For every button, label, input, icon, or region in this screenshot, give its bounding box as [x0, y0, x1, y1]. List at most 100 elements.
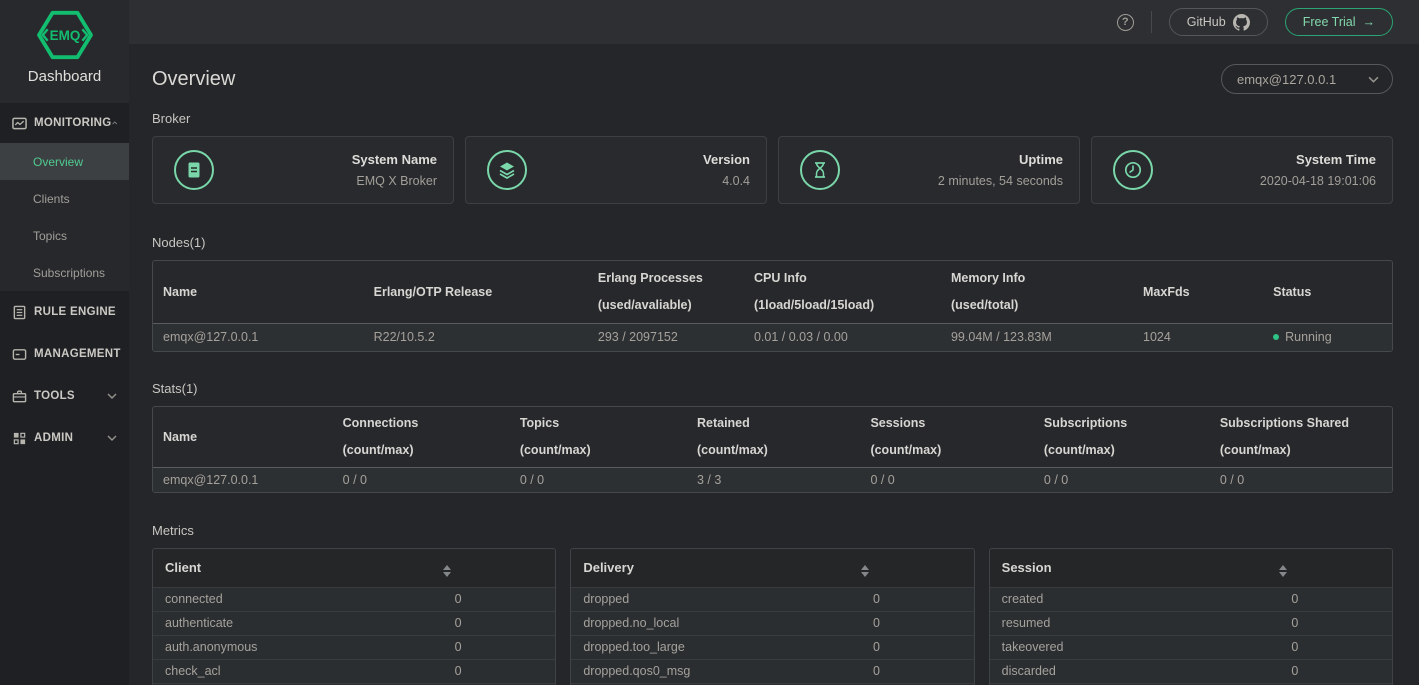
metrics-table-title: Delivery — [583, 560, 634, 576]
metric-value: 0 — [1279, 610, 1392, 635]
cell: 0.01 / 0.03 / 0.00 — [743, 322, 941, 351]
broker-card-system-time: System Time 2020-04-18 19:01:06 — [1091, 136, 1393, 204]
stats-header-row: Name Connections (count/max) Topics (count… — [153, 407, 1392, 467]
metrics-tables: Client connected 0 authenticate 0 auth.ano… — [152, 548, 1393, 685]
document-icon — [13, 305, 26, 319]
metric-name: discarded — [989, 658, 1280, 683]
table-row: created 0 — [989, 586, 1392, 611]
sort-icon[interactable] — [442, 565, 451, 578]
sort-icon[interactable] — [861, 565, 869, 578]
table-row: emqx@127.0.0.1 0 / 0 0 / 0 3 / 3 0 / 0 0… — [153, 466, 1392, 492]
sidebar-item-admin[interactable]: ADMIN — [0, 417, 129, 459]
column-header: Subscriptions (count/max) — [1043, 416, 1128, 458]
layers-icon — [487, 150, 527, 190]
metric-name: dropped — [571, 586, 861, 611]
node-selector[interactable]: emqx@127.0.0.1 — [1221, 64, 1393, 94]
metric-value: 0 — [861, 634, 974, 659]
sidebar-menu: MONITORING Overview Clients Topics Subsc… — [0, 103, 129, 685]
topbar: ? GitHub Free Trial → — [129, 0, 1419, 44]
topbar-divider — [1150, 11, 1152, 33]
chevron-down-icon — [1368, 76, 1379, 83]
sidebar-item-monitoring[interactable]: MONITORING — [0, 103, 129, 143]
sidebar-item-overview[interactable]: Overview — [0, 143, 129, 180]
sidebar-item-clients[interactable]: Clients — [0, 180, 129, 217]
column-header: Topics (count/max) — [519, 416, 591, 458]
sort-icon[interactable] — [1279, 565, 1288, 578]
briefcase-icon — [12, 390, 27, 402]
metric-value: 0 — [442, 586, 556, 611]
broker-card-uptime: Uptime 2 minutes, 54 seconds — [778, 136, 1080, 204]
cell: 0 / 0 — [1033, 466, 1210, 492]
nodes-table: Name Erlang/OTP Release Erlang Processes… — [152, 260, 1393, 352]
stats-table: Name Connections (count/max) Topics (count… — [152, 406, 1393, 493]
sidebar-item-label: RULE ENGINE — [34, 306, 116, 318]
column-header: Subscriptions Shared (count/max) — [1219, 416, 1350, 458]
metric-name: dropped.too_large — [571, 634, 861, 659]
clock-icon — [1113, 150, 1153, 190]
help-icon[interactable]: ? — [1116, 13, 1134, 31]
metric-name: connected — [153, 586, 443, 611]
app-title: Dashboard — [27, 68, 102, 85]
arrow-right-icon: → — [1362, 15, 1376, 29]
cell: R22/10.5.2 — [363, 322, 588, 351]
broker-cards: System Name EMQ X Broker Version 4.0.4 U… — [152, 136, 1393, 204]
cell: 0 / 0 — [332, 466, 510, 492]
stats-section-label: Stats(1) — [152, 381, 198, 396]
cell: 99.04M / 123.83M — [940, 322, 1134, 351]
card-value: EMQ X Broker — [356, 174, 437, 188]
sidebar-item-tools[interactable]: TOOLS — [0, 375, 129, 417]
sort-header[interactable] — [1279, 549, 1392, 587]
column-header: Erlang/OTP Release — [373, 284, 493, 299]
chevron-down-icon — [107, 435, 117, 441]
table-row: check_acl 0 — [153, 658, 556, 683]
table-row: authenticate 0 — [153, 610, 556, 635]
chevron-up-icon — [111, 121, 117, 125]
sidebar-item-rule-engine[interactable]: RULE ENGINE — [0, 291, 129, 333]
metrics-table-client: Client connected 0 authenticate 0 auth.ano… — [152, 548, 557, 685]
metrics-table-session: Session created 0 resumed 0 takeovered 0 di… — [988, 548, 1393, 685]
metric-name: dropped.qos0_msg — [571, 658, 861, 683]
metric-name: takeovered — [989, 634, 1280, 659]
cell: 0 / 0 — [509, 466, 687, 492]
table-row: resumed 0 — [989, 610, 1392, 635]
status-badge: Running — [1263, 322, 1392, 351]
column-header: Sessions (count/max) — [870, 416, 942, 458]
monitor-icon — [12, 117, 27, 129]
metric-value: 0 — [861, 658, 974, 683]
chevron-down-icon — [107, 393, 117, 399]
free-trial-button[interactable]: Free Trial → — [1284, 8, 1393, 36]
cell: 0 / 0 — [1209, 466, 1392, 492]
sidebar-item-label: MANAGEMENT — [34, 348, 121, 360]
github-button[interactable]: GitHub — [1168, 8, 1268, 36]
table-row: discarded 0 — [989, 658, 1392, 683]
column-header: Status — [1273, 284, 1312, 299]
sort-header[interactable] — [442, 549, 556, 587]
sidebar-item-management[interactable]: MANAGEMENT — [0, 333, 129, 375]
metric-name: authenticate — [153, 610, 443, 635]
broker-card-version: Version 4.0.4 — [465, 136, 767, 204]
hourglass-icon — [800, 150, 840, 190]
status-dot-icon — [1273, 334, 1280, 341]
card-label: System Time — [1296, 152, 1376, 167]
nodes-section-label: Nodes(1) — [152, 235, 206, 250]
metric-value: 0 — [1279, 658, 1392, 683]
file-icon — [174, 150, 214, 190]
node-name-cell: emqx@127.0.0.1 — [153, 466, 333, 492]
sidebar-item-topics[interactable]: Topics — [0, 217, 129, 254]
app-root: EMQ Dashboard MONITORING Overview Client… — [0, 0, 1419, 685]
sort-header[interactable] — [861, 549, 974, 587]
metric-value: 0 — [442, 634, 556, 659]
table-row: takeovered 0 — [989, 634, 1392, 659]
sidebar-item-label: TOOLS — [34, 390, 75, 402]
metric-value: 0 — [1279, 586, 1392, 611]
sidebar-item-subscriptions[interactable]: Subscriptions — [0, 254, 129, 291]
metric-value: 0 — [861, 586, 974, 611]
card-label: System Name — [351, 152, 437, 167]
table-row: dropped 0 — [571, 586, 974, 611]
column-header: CPU Info (1load/5load/15load) — [753, 271, 875, 313]
cell: 3 / 3 — [686, 466, 861, 492]
metric-name: dropped.no_local — [571, 610, 861, 635]
card-label: Uptime — [1018, 152, 1063, 167]
column-header: Erlang Processes (used/avaliable) — [597, 271, 703, 313]
page-title: Overview — [152, 67, 236, 90]
